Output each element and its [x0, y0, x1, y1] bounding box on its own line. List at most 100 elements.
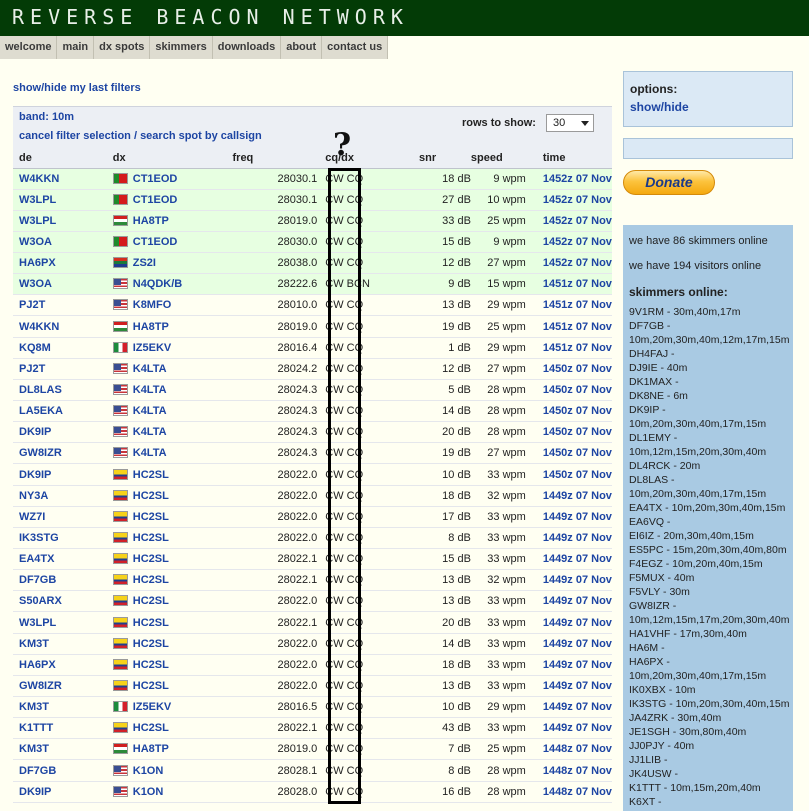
time-link[interactable]: 1450z 07 Nov — [543, 447, 612, 459]
spotter-callsign-link[interactable]: KM3T — [19, 638, 49, 650]
time-link[interactable]: 1448z 07 Nov — [543, 743, 612, 755]
dx-callsign-link[interactable]: N4QDK/B — [133, 278, 183, 290]
spotter-callsign-link[interactable]: DK9IP — [19, 469, 51, 481]
dx-callsign-link[interactable]: K1ON — [133, 786, 164, 798]
search-callsign-link[interactable]: search spot by callsign — [140, 130, 262, 142]
spotter-callsign-link[interactable]: KQ8M — [19, 342, 51, 354]
dx-callsign-link[interactable]: ZS2I — [133, 257, 156, 269]
spotter-callsign-link[interactable]: S50ARX — [19, 595, 62, 607]
cancel-filter-link[interactable]: cancel filter selection — [19, 130, 131, 142]
dx-callsign-link[interactable]: HC2SL — [133, 469, 169, 481]
spotter-callsign-link[interactable]: DF7GB — [19, 574, 56, 586]
time-link[interactable]: 1448z 07 Nov — [543, 786, 612, 798]
dx-callsign-link[interactable]: IZ5EKV — [133, 342, 172, 354]
time-link[interactable]: 1449z 07 Nov — [543, 553, 612, 565]
dx-callsign-link[interactable]: HC2SL — [133, 595, 169, 607]
time-link[interactable]: 1450z 07 Nov — [543, 363, 612, 375]
spotter-callsign-link[interactable]: W3LPL — [19, 617, 56, 629]
spotter-callsign-link[interactable]: HA6PX — [19, 659, 56, 671]
time-link[interactable]: 1450z 07 Nov — [543, 405, 612, 417]
dx-callsign-link[interactable]: HC2SL — [133, 574, 169, 586]
dx-callsign-link[interactable]: HA8TP — [133, 743, 169, 755]
time-link[interactable]: 1448z 07 Nov — [543, 765, 612, 777]
spotter-callsign-link[interactable]: W4KKN — [19, 173, 59, 185]
spotter-callsign-link[interactable]: K1TTT — [19, 722, 53, 734]
time-link[interactable]: 1452z 07 Nov — [543, 236, 612, 248]
spotter-callsign-link[interactable]: W3OA — [19, 236, 52, 248]
nav-skimmers[interactable]: skimmers — [150, 36, 213, 59]
spotter-callsign-link[interactable]: W4KKN — [19, 321, 59, 333]
nav-dx-spots[interactable]: dx spots — [94, 36, 151, 59]
spotter-callsign-link[interactable]: EA4TX — [19, 553, 54, 565]
spotter-callsign-link[interactable]: DK9IP — [19, 426, 51, 438]
dx-callsign-link[interactable]: CT1EOD — [133, 236, 178, 248]
spotter-callsign-link[interactable]: DK9IP — [19, 786, 51, 798]
time-link[interactable]: 1450z 07 Nov — [543, 426, 612, 438]
time-link[interactable]: 1452z 07 Nov — [543, 215, 612, 227]
nav-main[interactable]: main — [57, 36, 95, 59]
time-link[interactable]: 1450z 07 Nov — [543, 469, 612, 481]
spotter-callsign-link[interactable]: DF7GB — [19, 765, 56, 777]
time-link[interactable]: 1449z 07 Nov — [543, 701, 612, 713]
spotter-callsign-link[interactable]: GW8IZR — [19, 447, 62, 459]
dx-callsign-link[interactable]: IZ5EKV — [133, 701, 172, 713]
dx-callsign-link[interactable]: K1ON — [133, 765, 164, 777]
dx-callsign-link[interactable]: HA8TP — [133, 215, 169, 227]
spotter-callsign-link[interactable]: NY3A — [19, 490, 48, 502]
dx-callsign-link[interactable]: HC2SL — [133, 680, 169, 692]
time-link[interactable]: 1449z 07 Nov — [543, 595, 612, 607]
time-link[interactable]: 1451z 07 Nov — [543, 278, 612, 290]
nav-about[interactable]: about — [281, 36, 323, 59]
dx-callsign-link[interactable]: CT1EOD — [133, 194, 178, 206]
dx-callsign-link[interactable]: K4LTA — [133, 447, 167, 459]
spotter-callsign-link[interactable]: W3OA — [19, 278, 52, 290]
show-hide-filters-link[interactable]: show/hide my last filters — [13, 82, 141, 94]
dx-callsign-link[interactable]: K4LTA — [133, 405, 167, 417]
time-link[interactable]: 1452z 07 Nov — [543, 194, 612, 206]
dx-callsign-link[interactable]: CT1EOD — [133, 173, 178, 185]
spotter-callsign-link[interactable]: DL8LAS — [19, 384, 62, 396]
dx-callsign-link[interactable]: HC2SL — [133, 617, 169, 629]
donate-button[interactable]: Donate — [623, 170, 715, 195]
time-link[interactable]: 1449z 07 Nov — [543, 659, 612, 671]
spotter-callsign-link[interactable]: KM3T — [19, 701, 49, 713]
nav-contact-us[interactable]: contact us — [322, 36, 389, 59]
time-link[interactable]: 1449z 07 Nov — [543, 722, 612, 734]
time-link[interactable]: 1449z 07 Nov — [543, 532, 612, 544]
dx-callsign-link[interactable]: HC2SL — [133, 553, 169, 565]
spotter-callsign-link[interactable]: HA6PX — [19, 257, 56, 269]
time-link[interactable]: 1451z 07 Nov — [543, 321, 612, 333]
dx-callsign-link[interactable]: HC2SL — [133, 659, 169, 671]
nav-downloads[interactable]: downloads — [212, 36, 282, 59]
spotter-callsign-link[interactable]: W3LPL — [19, 194, 56, 206]
spotter-callsign-link[interactable]: PJ2T — [19, 363, 45, 375]
dx-callsign-link[interactable]: HC2SL — [133, 511, 169, 523]
time-link[interactable]: 1449z 07 Nov — [543, 574, 612, 586]
dx-callsign-link[interactable]: HC2SL — [133, 638, 169, 650]
spotter-callsign-link[interactable]: KM3T — [19, 743, 49, 755]
dx-callsign-link[interactable]: K4LTA — [133, 363, 167, 375]
spotter-callsign-link[interactable]: WZ7I — [19, 511, 45, 523]
spotter-callsign-link[interactable]: GW8IZR — [19, 680, 62, 692]
spotter-callsign-link[interactable]: LA5EKA — [19, 405, 63, 417]
time-link[interactable]: 1449z 07 Nov — [543, 638, 612, 650]
nav-welcome[interactable]: welcome — [0, 36, 58, 59]
spotter-callsign-link[interactable]: W3LPL — [19, 215, 56, 227]
options-show-hide-link[interactable]: show/hide — [630, 100, 786, 114]
rows-to-show-select[interactable]: 30 — [546, 114, 594, 132]
dx-callsign-link[interactable]: HC2SL — [133, 532, 169, 544]
time-link[interactable]: 1449z 07 Nov — [543, 490, 612, 502]
dx-callsign-link[interactable]: HA8TP — [133, 321, 169, 333]
dx-callsign-link[interactable]: HC2SL — [133, 490, 169, 502]
dx-callsign-link[interactable]: K4LTA — [133, 426, 167, 438]
dx-callsign-link[interactable]: K4LTA — [133, 384, 167, 396]
time-link[interactable]: 1452z 07 Nov — [543, 173, 612, 185]
dx-callsign-link[interactable]: HC2SL — [133, 722, 169, 734]
sidebar-search-box[interactable] — [623, 138, 793, 159]
time-link[interactable]: 1449z 07 Nov — [543, 680, 612, 692]
time-link[interactable]: 1449z 07 Nov — [543, 511, 612, 523]
time-link[interactable]: 1451z 07 Nov — [543, 342, 612, 354]
spotter-callsign-link[interactable]: PJ2T — [19, 299, 45, 311]
time-link[interactable]: 1450z 07 Nov — [543, 384, 612, 396]
time-link[interactable]: 1449z 07 Nov — [543, 617, 612, 629]
